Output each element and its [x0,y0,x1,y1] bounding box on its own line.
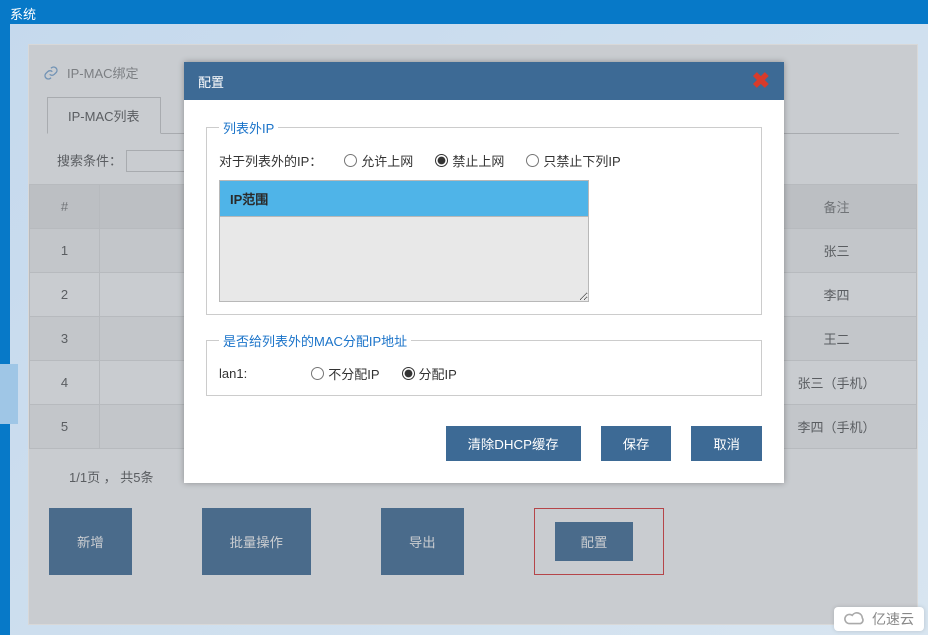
config-modal: 配置 ✖ 列表外IP 对于列表外的IP： 允许上网 禁止上网 只禁止下列IP I… [184,62,784,483]
save-button[interactable]: 保存 [601,426,672,461]
ip-range-header: IP范围 [219,180,589,216]
breadcrumb-label: IP-MAC绑定 [67,63,139,82]
add-button[interactable]: 新增 [49,508,132,575]
config-highlight: 配置 [534,508,665,575]
config-button[interactable]: 配置 [555,522,634,561]
fieldset-outside-ip: 列表外IP 对于列表外的IP： 允许上网 禁止上网 只禁止下列IP IP范围 [206,118,762,315]
outside-ip-prompt: 对于列表外的IP： [219,151,322,170]
tab-ipmac-list[interactable]: IP-MAC列表 [47,97,161,134]
th-index: # [30,185,100,229]
radio-forbid-label[interactable]: 禁止上网 [435,151,504,170]
modal-title: 配置 [198,72,224,91]
radio-allow[interactable] [344,154,357,167]
radio-forbid[interactable] [435,154,448,167]
radio-assign-label[interactable]: 分配IP [402,364,457,383]
radio-only-below-label[interactable]: 只禁止下列IP [526,151,620,170]
cell-idx: 1 [30,229,100,273]
export-button[interactable]: 导出 [381,508,464,575]
watermark: 亿速云 [834,607,924,631]
radio-assign[interactable] [402,367,415,380]
legend-outside-ip: 列表外IP [219,118,278,137]
radio-allow-label[interactable]: 允许上网 [344,151,413,170]
cell-idx: 4 [30,361,100,405]
cell-idx: 3 [30,317,100,361]
radio-no-assign-label[interactable]: 不分配IP [311,364,379,383]
left-rail [0,24,10,635]
cell-idx: 2 [30,273,100,317]
cancel-button[interactable]: 取消 [691,426,762,461]
cell-idx: 5 [30,405,100,449]
search-label: 搜索条件： [57,154,122,169]
watermark-text: 亿速云 [872,609,914,629]
left-collapse-handle[interactable] [0,364,18,424]
clear-dhcp-button[interactable]: 清除DHCP缓存 [446,426,581,461]
link-icon [43,65,59,81]
radio-no-assign[interactable] [311,367,324,380]
fieldset-mac-assign: 是否给列表外的MAC分配IP地址 lan1: 不分配IP 分配IP [206,331,762,396]
batch-button[interactable]: 批量操作 [202,508,311,575]
legend-mac-assign: 是否给列表外的MAC分配IP地址 [219,331,411,350]
lan1-label: lan1: [219,366,247,381]
system-title: 系统 [10,7,36,22]
ip-range-body[interactable] [219,216,589,302]
radio-only-below[interactable] [526,154,539,167]
close-icon[interactable]: ✖ [752,70,770,92]
